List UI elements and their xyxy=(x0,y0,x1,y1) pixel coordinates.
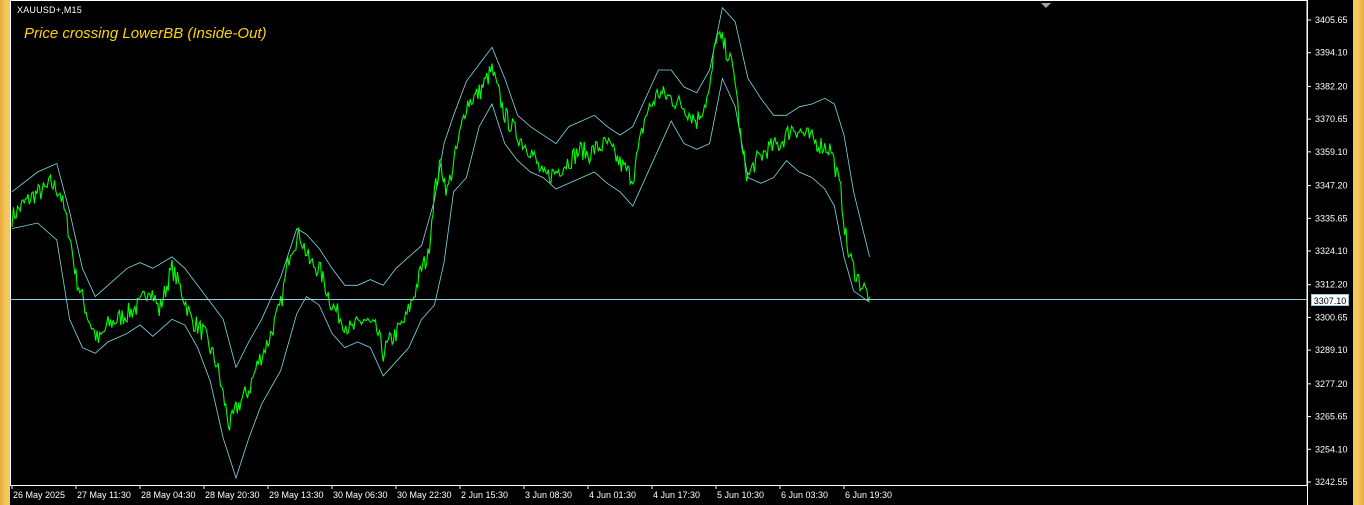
price-tick-label: 3289.10 xyxy=(1315,345,1348,355)
time-tick-label: 2 Jun 15:30 xyxy=(461,490,508,500)
time-tick-label: 6 Jun 03:30 xyxy=(781,490,828,500)
price-tick-label: 3265.65 xyxy=(1315,412,1348,422)
price-tick-label: 3335.65 xyxy=(1315,213,1348,223)
price-tick-label: 3347.20 xyxy=(1315,181,1348,191)
plot-border xyxy=(10,0,1308,486)
time-tick-label: 26 May 2025 xyxy=(13,490,65,500)
price-tick-label: 3394.10 xyxy=(1315,48,1348,58)
time-tick-label: 30 May 22:30 xyxy=(397,490,452,500)
price-line xyxy=(11,30,871,431)
current-price-tag: 3307.10 xyxy=(1311,293,1349,306)
price-tick-label: 3359.10 xyxy=(1315,147,1348,157)
price-tick-label: 3312.20 xyxy=(1315,280,1348,290)
price-tick-label: 3382.20 xyxy=(1315,81,1348,91)
time-axis[interactable]: 26 May 2025 27 May 11:30 28 May 04:30 28 Ma… xyxy=(11,485,892,500)
time-tick-label: 6 Jun 19:30 xyxy=(845,490,892,500)
price-axis[interactable]: 3405.65 3394.10 3382.20 3370.65 3359.10 3347.… xyxy=(1307,15,1348,487)
shift-marker-icon xyxy=(1041,3,1051,8)
price-chart[interactable]: 3405.65 3394.10 3382.20 3370.65 3359.10 3347.… xyxy=(10,0,1353,505)
time-tick-label: 27 May 11:30 xyxy=(77,490,131,500)
signal-label: Price crossing LowerBB (Inside-Out) xyxy=(24,25,267,42)
price-tick-label: 3277.20 xyxy=(1315,379,1348,389)
price-series xyxy=(11,30,871,431)
price-tick-label: 3300.65 xyxy=(1315,312,1348,322)
symbol-timeframe-label: XAUUSD+,M15 xyxy=(17,5,82,15)
price-tick-label: 3254.10 xyxy=(1315,444,1348,454)
price-tick-label: 3370.65 xyxy=(1315,114,1348,124)
price-tick-label: 3242.55 xyxy=(1315,477,1348,487)
time-tick-label: 3 Jun 08:30 xyxy=(525,490,572,500)
time-tick-label: 4 Jun 01:30 xyxy=(589,490,636,500)
chart-area[interactable]: 3405.65 3394.10 3382.20 3370.65 3359.10 3347.… xyxy=(10,0,1353,505)
time-tick-label: 28 May 04:30 xyxy=(141,490,196,500)
bollinger-bands xyxy=(11,6,870,480)
chart-frame xyxy=(10,0,1308,505)
time-tick-label: 5 Jun 10:30 xyxy=(717,490,764,500)
upper_band-line xyxy=(11,6,870,369)
time-tick-label: 30 May 06:30 xyxy=(333,490,388,500)
price-tick-label: 3405.65 xyxy=(1315,15,1348,25)
price-tick-label: 3324.10 xyxy=(1315,246,1348,256)
time-tick-label: 28 May 20:30 xyxy=(205,490,260,500)
window-frame: 3405.65 3394.10 3382.20 3370.65 3359.10 3347.… xyxy=(0,0,1364,505)
time-tick-label: 4 Jun 17:30 xyxy=(653,490,700,500)
time-tick-label: 29 May 13:30 xyxy=(269,490,324,500)
